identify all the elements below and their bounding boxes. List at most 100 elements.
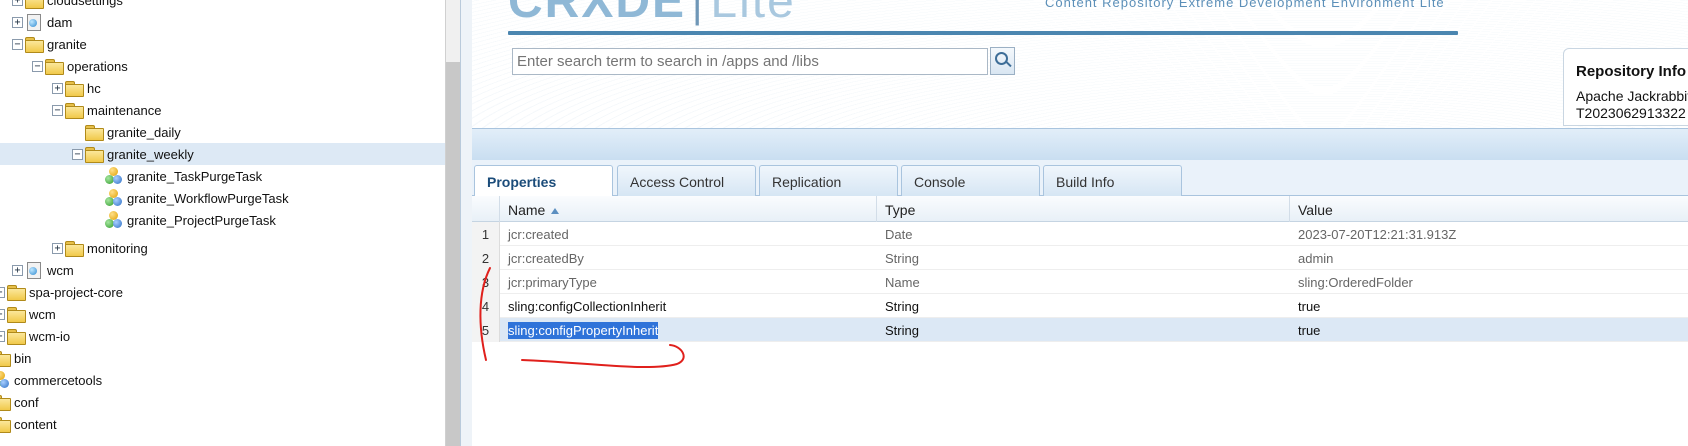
app-tagline: Content Repository Extreme Development E…	[1045, 0, 1445, 10]
component-icon	[105, 211, 123, 229]
tree-node-workflowpurgetask[interactable]: granite_WorkflowPurgeTask	[92, 187, 289, 209]
tab-access-control[interactable]: Access Control	[617, 165, 756, 196]
tree-node-label: content	[14, 416, 57, 432]
property-value: sling:OrderedFolder	[1298, 275, 1413, 290]
tree-node-bin[interactable]: bin	[0, 347, 31, 369]
selected-text[interactable]: sling:configPropertyInherit	[508, 322, 659, 339]
folder-icon	[7, 329, 26, 345]
folder-icon	[7, 307, 26, 323]
property-value: true	[1298, 299, 1321, 314]
row-number: 4	[472, 294, 500, 318]
collapse-icon[interactable]: −	[52, 104, 63, 116]
folder-icon	[65, 103, 84, 119]
column-header-name[interactable]: Name	[500, 196, 877, 222]
tree-node-label: wcm-io	[29, 328, 71, 344]
search-icon[interactable]	[990, 47, 1015, 75]
tab-properties[interactable]: Properties	[474, 165, 613, 197]
repository-tree: + cloudsettings + dam − granite − operat…	[0, 0, 445, 446]
tree-node-hc[interactable]: + hc	[52, 77, 101, 99]
collapse-icon[interactable]: −	[32, 60, 43, 72]
property-value: 2023-07-20T12:21:31.913Z	[1298, 227, 1457, 242]
table-row-selected[interactable]: 5 sling:configPropertyInherit String tru…	[472, 318, 1688, 342]
property-name[interactable]: sling:configPropertyInherit	[500, 318, 659, 342]
tree-node-cloudsettings[interactable]: + cloudsettings	[12, 0, 123, 11]
table-row[interactable]: 2 jcr:createdBy String admin	[472, 246, 1688, 270]
folder-icon	[65, 81, 84, 97]
repository-info-line: Apache Jackrabbit	[1576, 88, 1688, 104]
tree-node-projectpurgetask[interactable]: granite_ProjectPurgeTask	[92, 209, 276, 231]
folder-icon	[25, 0, 44, 9]
tree-node-label: granite_weekly	[107, 146, 194, 162]
expand-icon[interactable]: +	[0, 308, 5, 320]
tree-node-wcm-io[interactable]: + wcm-io	[0, 325, 70, 347]
tree-node-spa-project-core[interactable]: + spa-project-core	[0, 281, 123, 303]
table-row[interactable]: 3 jcr:primaryType Name sling:OrderedFold…	[472, 270, 1688, 294]
table-row[interactable]: 4 sling:configCollectionInherit String t…	[472, 294, 1688, 318]
component-icon	[0, 371, 10, 389]
property-name: jcr:created	[508, 227, 569, 242]
property-type: Name	[885, 275, 920, 290]
folder-icon	[85, 147, 104, 163]
expand-icon[interactable]: +	[12, 16, 23, 28]
property-name: jcr:primaryType	[508, 275, 597, 290]
tree-node-label: hc	[87, 80, 101, 96]
property-name: jcr:createdBy	[508, 251, 584, 266]
toolbar-strip	[472, 128, 1688, 160]
app-header: CRXDE | Lite Content Repository Extreme De…	[472, 0, 1688, 128]
tree-node-maintenance[interactable]: − maintenance	[52, 99, 161, 121]
expand-icon[interactable]: +	[12, 0, 23, 6]
tree-node-operations[interactable]: − operations	[32, 55, 128, 77]
column-header-value[interactable]: Value	[1290, 196, 1688, 222]
tree-node-label: commercetools	[14, 372, 103, 388]
property-name: sling:configCollectionInherit	[508, 299, 667, 314]
tree-node-label: wcm	[47, 262, 74, 278]
tab-build-info[interactable]: Build Info	[1043, 165, 1182, 196]
tree-node-label: wcm	[29, 306, 56, 322]
folder-icon	[25, 37, 44, 53]
expand-icon[interactable]: +	[52, 242, 63, 254]
search-input[interactable]	[512, 48, 988, 75]
folder-icon	[0, 351, 11, 367]
collapse-icon[interactable]: −	[12, 38, 23, 50]
tree-node-label: spa-project-core	[29, 284, 123, 300]
expand-icon[interactable]: +	[0, 330, 5, 342]
property-type: String	[885, 251, 919, 266]
table-row[interactable]: 1 jcr:created Date 2023-07-20T12:21:31.9…	[472, 222, 1688, 246]
tree-node-monitoring[interactable]: + monitoring	[52, 237, 148, 259]
tree-node-granite-daily[interactable]: granite_daily	[72, 121, 181, 143]
tree-node-granite[interactable]: − granite	[12, 33, 87, 55]
panel-border	[460, 0, 472, 446]
component-icon	[105, 167, 123, 185]
properties-grid: Name Type Value 1 jcr:created Date 2023-…	[472, 196, 1688, 446]
tree-node-conf[interactable]: conf	[0, 391, 39, 413]
tree-node-granite-weekly[interactable]: − granite_weekly	[0, 143, 445, 165]
tree-node-taskpurgetask[interactable]: granite_TaskPurgeTask	[92, 165, 262, 187]
tree-node-wcm-page[interactable]: + wcm	[12, 259, 74, 281]
repository-info-panel: Repository Info Apache Jackrabbit T20230…	[1563, 48, 1688, 126]
property-value: true	[1298, 323, 1321, 338]
tree-node-commercetools[interactable]: commercetools	[0, 369, 102, 391]
tab-replication[interactable]: Replication	[759, 165, 898, 196]
column-header-type[interactable]: Type	[877, 196, 1290, 222]
tree-node-label: bin	[14, 350, 32, 366]
expand-icon[interactable]: +	[12, 264, 23, 276]
scrollbar-thumb[interactable]	[446, 62, 460, 446]
page-icon	[25, 14, 43, 31]
tree-node-label: granite_daily	[107, 124, 181, 140]
collapse-icon[interactable]: −	[72, 148, 83, 160]
expand-icon[interactable]: +	[52, 82, 63, 94]
tree-node-label: monitoring	[87, 240, 148, 256]
tab-console[interactable]: Console	[901, 165, 1040, 196]
tree-node-wcm[interactable]: + wcm	[0, 303, 56, 325]
folder-icon	[45, 59, 64, 75]
row-number: 3	[472, 270, 500, 294]
tree-node-label: granite	[47, 36, 87, 52]
property-type: String	[885, 323, 919, 338]
tree-scrollbar[interactable]	[445, 0, 460, 446]
component-icon	[105, 189, 123, 207]
tree-node-content[interactable]: content	[0, 413, 57, 435]
expand-icon[interactable]: +	[0, 286, 5, 298]
tree-node-label: granite_ProjectPurgeTask	[127, 212, 276, 228]
folder-icon	[0, 417, 11, 433]
tree-node-dam[interactable]: + dam	[12, 11, 72, 33]
